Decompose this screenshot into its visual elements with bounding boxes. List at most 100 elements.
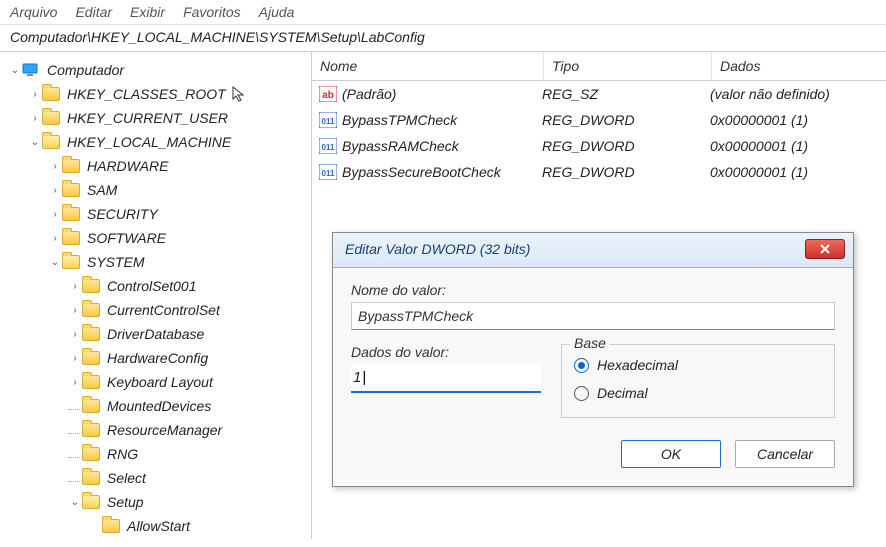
tree-item-allowstart[interactable]: AllowStart: [124, 517, 193, 535]
svg-text:011: 011: [322, 143, 335, 152]
value-data: 0x00000001 (1): [710, 164, 886, 180]
value-data: (valor não definido): [710, 86, 886, 102]
expand-icon[interactable]: ›: [68, 351, 82, 365]
value-row[interactable]: 011BypassTPMCheckREG_DWORD0x00000001 (1): [312, 107, 886, 133]
tree-pane[interactable]: ⌄ Computador › HKEY_CLASSES_ROOT › HKEY_…: [0, 52, 312, 539]
menubar: Arquivo Editar Exibir Favoritos Ajuda: [0, 0, 886, 25]
folder-icon: [82, 423, 100, 437]
tree-item-hkcr[interactable]: HKEY_CLASSES_ROOT: [64, 85, 229, 103]
values-pane: Nome Tipo Dados ab (Padrão)REG_SZ(valor n…: [312, 52, 886, 539]
tree-item-controlset001[interactable]: ControlSet001: [104, 277, 200, 295]
expand-icon[interactable]: ›: [28, 111, 42, 125]
expand-icon[interactable]: ›: [68, 327, 82, 341]
tree-item-hkcu[interactable]: HKEY_CURRENT_USER: [64, 109, 231, 127]
dword-value-icon: 011: [318, 163, 338, 181]
value-data: 0x00000001 (1): [710, 138, 886, 154]
tree-item-computer[interactable]: Computador: [44, 61, 127, 79]
expand-icon[interactable]: ⌄: [68, 495, 82, 509]
value-row[interactable]: ab (Padrão)REG_SZ(valor não definido): [312, 81, 886, 107]
folder-icon: [102, 519, 120, 533]
value-data-input[interactable]: 1: [351, 364, 541, 393]
expand-icon[interactable]: ›: [68, 303, 82, 317]
folder-icon: [62, 231, 80, 245]
folder-icon: [62, 207, 80, 221]
tree-item-software[interactable]: SOFTWARE: [84, 229, 169, 247]
value-name-field[interactable]: BypassTPMCheck: [351, 302, 835, 330]
menu-view[interactable]: Exibir: [130, 4, 165, 20]
tree-item-currentcontrolset[interactable]: CurrentControlSet: [104, 301, 223, 319]
col-type[interactable]: Tipo: [544, 52, 712, 80]
radio-icon: [574, 386, 589, 401]
folder-icon: [82, 471, 100, 485]
value-row[interactable]: 011 BypassRAMCheckREG_DWORD0x00000001 (1): [312, 133, 886, 159]
menu-help[interactable]: Ajuda: [259, 4, 295, 20]
expand-icon[interactable]: ›: [48, 159, 62, 173]
col-data[interactable]: Dados: [712, 52, 886, 80]
computer-icon: [22, 63, 40, 77]
expand-icon[interactable]: ⌄: [28, 135, 42, 149]
expand-icon[interactable]: ⌄: [8, 63, 22, 77]
tree-item-rng[interactable]: RNG: [104, 445, 141, 463]
expand-icon[interactable]: ›: [48, 183, 62, 197]
value-row[interactable]: 011BypassSecureBootCheckREG_DWORD0x00000…: [312, 159, 886, 185]
tree-item-driverdatabase[interactable]: DriverDatabase: [104, 325, 207, 343]
value-data-label: Dados do valor:: [351, 344, 541, 360]
folder-icon: [82, 327, 100, 341]
dword-value-icon: 011: [318, 111, 338, 129]
tree-line: [68, 426, 80, 434]
menu-file[interactable]: Arquivo: [10, 4, 57, 20]
value-name-label: Nome do valor:: [351, 282, 835, 298]
base-legend: Base: [570, 335, 610, 351]
tree-line: [68, 474, 80, 482]
value-data: 0x00000001 (1): [710, 112, 886, 128]
menu-edit[interactable]: Editar: [75, 4, 112, 20]
ok-button[interactable]: OK: [621, 440, 721, 468]
menu-favorites[interactable]: Favoritos: [183, 4, 241, 20]
expand-icon[interactable]: ›: [48, 231, 62, 245]
folder-icon: [82, 303, 100, 317]
tree-item-hardware[interactable]: HARDWARE: [84, 157, 171, 175]
tree-item-setup[interactable]: Setup: [104, 493, 147, 511]
expand-icon[interactable]: ›: [28, 87, 42, 101]
tree-item-system[interactable]: SYSTEM: [84, 253, 148, 271]
tree-item-mounteddevices[interactable]: MountedDevices: [104, 397, 214, 415]
column-headers: Nome Tipo Dados: [312, 52, 886, 81]
value-type: REG_SZ: [542, 86, 710, 102]
expand-icon[interactable]: ⌄: [48, 255, 62, 269]
value-name: BypassSecureBootCheck: [342, 164, 542, 180]
tree-item-keyboardlayout[interactable]: Keyboard Layout: [104, 373, 216, 391]
value-name: BypassTPMCheck: [342, 112, 542, 128]
cancel-button[interactable]: Cancelar: [735, 440, 835, 468]
value-name: (Padrão): [342, 86, 542, 102]
radio-decimal[interactable]: Decimal: [574, 379, 822, 407]
col-name[interactable]: Nome: [312, 52, 544, 80]
address-bar[interactable]: Computador\HKEY_LOCAL_MACHINE\SYSTEM\Set…: [0, 25, 886, 52]
expand-icon[interactable]: ›: [48, 207, 62, 221]
folder-icon: [42, 135, 60, 149]
tree-item-hklm[interactable]: HKEY_LOCAL_MACHINE: [64, 133, 234, 151]
value-name: BypassRAMCheck: [342, 138, 542, 154]
tree-item-resourcemanager[interactable]: ResourceManager: [104, 421, 225, 439]
dialog-titlebar[interactable]: Editar Valor DWORD (32 bits): [333, 233, 853, 268]
radio-icon: [574, 358, 589, 373]
edit-dword-dialog: Editar Valor DWORD (32 bits) Nome do val…: [332, 232, 854, 487]
tree-item-security[interactable]: SECURITY: [84, 205, 161, 223]
close-button[interactable]: [805, 239, 845, 259]
svg-text:ab: ab: [322, 90, 334, 101]
dword-value-icon: 011: [318, 137, 338, 155]
tree-item-hardwareconfig[interactable]: HardwareConfig: [104, 349, 211, 367]
tree-item-sam[interactable]: SAM: [84, 181, 120, 199]
svg-text:011: 011: [322, 169, 335, 178]
folder-icon: [82, 351, 100, 365]
folder-icon: [82, 447, 100, 461]
tree-item-select[interactable]: Select: [104, 469, 149, 487]
value-type: REG_DWORD: [542, 138, 710, 154]
tree-line: [68, 450, 80, 458]
folder-icon: [62, 159, 80, 173]
folder-icon: [82, 399, 100, 413]
expand-icon[interactable]: ›: [68, 375, 82, 389]
radio-hexadecimal[interactable]: Hexadecimal: [574, 351, 822, 379]
string-value-icon: ab: [318, 85, 338, 103]
expand-icon[interactable]: ›: [68, 279, 82, 293]
cursor-icon: [231, 85, 247, 103]
